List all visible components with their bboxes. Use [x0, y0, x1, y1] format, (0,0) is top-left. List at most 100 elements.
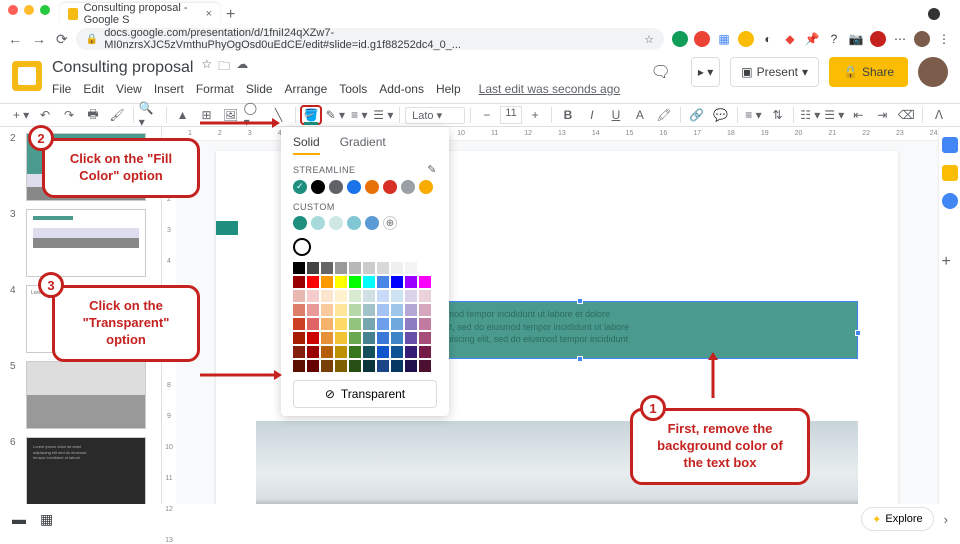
color-swatch[interactable] — [335, 262, 347, 274]
close-window[interactable] — [8, 5, 18, 15]
theme-color-swatch[interactable] — [311, 180, 325, 194]
toolbar-collapse-icon[interactable]: ᐱ — [928, 105, 950, 125]
last-edit-link[interactable]: Last edit was seconds ago — [479, 82, 620, 96]
resize-handle[interactable] — [577, 298, 583, 304]
gradient-tab[interactable]: Gradient — [340, 135, 386, 155]
color-swatch[interactable] — [335, 318, 347, 330]
list-bulleted-button[interactable]: ☰ ▾ — [823, 105, 845, 125]
menu-edit[interactable]: Edit — [83, 82, 104, 96]
color-swatch[interactable] — [293, 332, 305, 344]
color-swatch[interactable] — [321, 332, 333, 344]
color-swatch[interactable] — [349, 262, 361, 274]
color-swatch[interactable] — [349, 332, 361, 344]
color-swatch[interactable] — [377, 332, 389, 344]
back-icon[interactable]: ← — [8, 31, 22, 48]
color-swatch[interactable] — [349, 276, 361, 288]
font-selector[interactable]: Lato ▾ — [405, 107, 465, 124]
account-avatar[interactable] — [918, 57, 948, 87]
color-swatch[interactable] — [405, 360, 417, 372]
border-weight-button[interactable]: ≡ ▾ — [348, 105, 370, 125]
select-tool[interactable]: ▲ — [172, 105, 194, 125]
theme-color-swatch[interactable] — [347, 180, 361, 194]
color-swatch[interactable] — [391, 276, 403, 288]
color-swatch[interactable] — [293, 276, 305, 288]
profile-avatar-icon[interactable] — [914, 31, 930, 47]
border-dash-button[interactable]: ☰ ▾ — [372, 105, 394, 125]
color-swatch[interactable] — [307, 276, 319, 288]
color-swatch[interactable] — [321, 290, 333, 302]
slide-thumbnail[interactable]: 6Lorem ipsum dolor sit ametadipiscing el… — [10, 437, 151, 504]
slideshow-dropdown[interactable]: ▸ ▾ — [691, 57, 720, 87]
custom-color-swatch[interactable] — [347, 216, 361, 230]
color-swatch[interactable] — [405, 262, 417, 274]
ext-icon-1[interactable] — [672, 31, 688, 47]
align-button[interactable]: ≡ ▾ — [742, 105, 764, 125]
slides-logo[interactable] — [12, 61, 42, 91]
color-swatch[interactable] — [363, 262, 375, 274]
color-swatch[interactable] — [419, 360, 431, 372]
color-swatch[interactable] — [405, 346, 417, 358]
minimize-window[interactable] — [24, 5, 34, 15]
color-swatch[interactable] — [293, 318, 305, 330]
color-swatch[interactable] — [307, 318, 319, 330]
color-swatch[interactable] — [321, 304, 333, 316]
color-swatch[interactable] — [293, 346, 305, 358]
color-swatch[interactable] — [405, 304, 417, 316]
color-swatch[interactable] — [307, 346, 319, 358]
ext-icon-9[interactable]: 📷 — [848, 31, 864, 47]
color-swatch[interactable] — [293, 290, 305, 302]
new-tab-button[interactable]: + — [226, 6, 235, 24]
color-swatch[interactable] — [293, 262, 305, 274]
color-swatch[interactable] — [349, 290, 361, 302]
ext-icon-3[interactable]: ▦ — [716, 31, 732, 47]
theme-color-swatch[interactable] — [401, 180, 415, 194]
ext-icon-10[interactable] — [870, 31, 886, 47]
transparent-button[interactable]: ⊘Transparent — [293, 380, 437, 408]
bookmark-star-icon[interactable]: ☆ — [644, 33, 654, 46]
ext-icon-5[interactable]: ◐ — [760, 31, 776, 47]
color-swatch[interactable] — [377, 262, 389, 274]
highlight-button[interactable]: 🖍 — [653, 105, 675, 125]
color-swatch[interactable] — [349, 360, 361, 372]
color-swatch[interactable] — [377, 318, 389, 330]
redo-button[interactable]: ↷ — [58, 105, 80, 125]
list-numbered-button[interactable]: ☷ ▾ — [799, 105, 821, 125]
color-swatch[interactable] — [349, 304, 361, 316]
ext-icon-4[interactable] — [738, 31, 754, 47]
menu-help[interactable]: Help — [436, 82, 461, 96]
ext-icon-7[interactable]: 📌 — [804, 31, 820, 47]
theme-color-swatch[interactable] — [293, 180, 307, 194]
color-swatch[interactable] — [335, 346, 347, 358]
color-swatch[interactable] — [391, 332, 403, 344]
color-swatch[interactable] — [307, 262, 319, 274]
color-swatch[interactable] — [391, 262, 403, 274]
color-swatch[interactable] — [391, 290, 403, 302]
star-icon[interactable]: ☆ — [201, 57, 212, 78]
explore-button[interactable]: ✦Explore — [861, 507, 934, 531]
border-color-button[interactable]: ✎ ▾ — [324, 105, 346, 125]
color-swatch[interactable] — [293, 304, 305, 316]
color-swatch[interactable] — [363, 304, 375, 316]
browser-tab[interactable]: Consulting proposal - Google S × — [60, 3, 220, 25]
color-swatch[interactable] — [363, 360, 375, 372]
color-swatch[interactable] — [335, 276, 347, 288]
color-swatch[interactable] — [335, 332, 347, 344]
color-swatch[interactable] — [321, 360, 333, 372]
print-button[interactable]: 🖶 — [82, 105, 104, 125]
font-size-decrease[interactable]: − — [476, 105, 498, 125]
paint-format-button[interactable]: 🖌 — [106, 105, 128, 125]
resize-handle[interactable] — [577, 356, 583, 362]
color-swatch[interactable] — [419, 346, 431, 358]
chevron-right-icon[interactable]: › — [944, 512, 948, 527]
ext-icon-11[interactable]: ⋯ — [892, 31, 908, 47]
add-custom-color[interactable]: ⊕ — [383, 216, 397, 230]
text-color-button[interactable]: A — [629, 105, 651, 125]
color-swatch[interactable] — [377, 360, 389, 372]
theme-color-swatch[interactable] — [365, 180, 379, 194]
document-title[interactable]: Consulting proposal — [52, 59, 193, 77]
keep-addon-icon[interactable] — [942, 165, 958, 181]
grid-view-icon[interactable]: ▦ — [40, 511, 53, 528]
maximize-window[interactable] — [40, 5, 50, 15]
browser-menu-icon[interactable]: ⋮ — [936, 31, 952, 47]
menu-insert[interactable]: Insert — [154, 82, 184, 96]
